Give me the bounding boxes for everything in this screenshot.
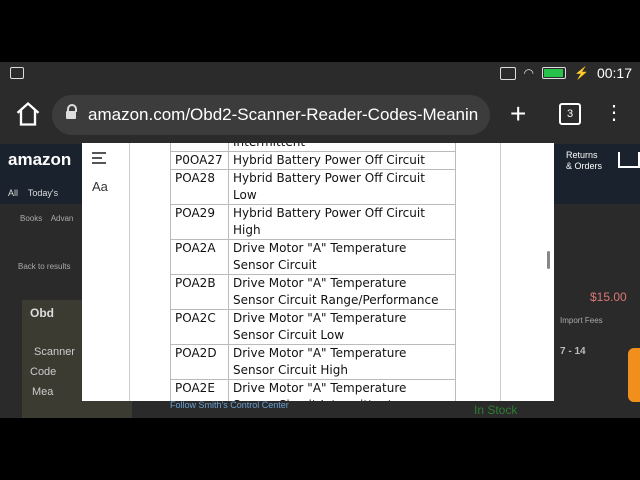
table-row: POA2D Drive Motor "A" Temperature Sensor … xyxy=(170,344,456,380)
amazon-nav: All Today's xyxy=(8,188,58,198)
amazon-subnav: Books Advan xyxy=(20,214,73,223)
description-cell: Drive Motor "A" Temperature Sensor Circu… xyxy=(228,379,456,401)
back-to-results-link[interactable]: Back to results xyxy=(18,262,70,271)
battery-icon xyxy=(542,67,566,79)
in-stock-label: In Stock xyxy=(474,403,518,417)
nav-todays-deals[interactable]: Today's xyxy=(28,188,58,198)
cover-line-meanings: Mea xyxy=(32,386,54,398)
cover-line-codes: Code xyxy=(30,366,57,378)
code-cell: POA2D xyxy=(170,344,229,380)
look-inside-reader: Aa IntermittentP0OA27Hybrid Battery Powe… xyxy=(82,143,554,401)
cart-icon[interactable] xyxy=(618,152,640,168)
subnav-advanced[interactable]: Advan xyxy=(51,214,74,223)
lock-icon xyxy=(66,104,77,121)
orders-label: & Orders xyxy=(566,161,603,171)
side-feedback-tab[interactable] xyxy=(628,348,640,402)
table-row: POA2C Drive Motor "A" Temperature Sensor … xyxy=(170,309,456,345)
table-row: POA29 Hybrid Battery Power Off Circuit Hi… xyxy=(170,204,456,240)
code-cell: POA2E xyxy=(170,379,229,401)
page-edge xyxy=(500,143,501,401)
list-icon[interactable] xyxy=(92,151,108,165)
description-cell: Drive Motor "A" Temperature Sensor Circu… xyxy=(228,344,456,380)
description-cell: Drive Motor "A" Temperature Sensor Circu… xyxy=(228,239,456,275)
url-text: amazon.com/Obd2-Scanner-Reader-Codes-Mea… xyxy=(88,105,479,124)
wifi-icon: ◠ xyxy=(523,66,534,80)
browser-toolbar: amazon.com/Obd2-Scanner-Reader-Codes-Mea… xyxy=(0,86,640,144)
code-cell: P0OA27 xyxy=(170,151,229,170)
import-fees: Import Fees xyxy=(560,316,603,325)
cover-subtitle: Scanner xyxy=(34,346,75,358)
charging-icon: ⚡ xyxy=(574,66,589,80)
amazon-logo[interactable]: amazon xyxy=(8,150,71,170)
tab-switcher-button[interactable]: 3 xyxy=(559,103,581,125)
table-row: POA28 Hybrid Battery Power Off Circuit Lo… xyxy=(170,169,456,205)
table-row: POA2EDrive Motor "A" Temperature Sensor … xyxy=(170,379,456,401)
code-cell: POA28 xyxy=(170,169,229,205)
table-row: POA2A Drive Motor "A" Temperature Sensor … xyxy=(170,239,456,275)
subnav-books[interactable]: Books xyxy=(20,214,42,223)
new-tab-button[interactable]: + xyxy=(510,98,526,130)
code-cell: POA2C xyxy=(170,309,229,345)
code-cell xyxy=(170,143,229,152)
table-row: P0OA27 Hybrid Battery Power Off Circuit xyxy=(170,151,456,170)
address-bar[interactable]: amazon.com/Obd2-Scanner-Reader-Codes-Mea… xyxy=(52,95,490,135)
status-bar: ◠ ⚡ 00:17 xyxy=(0,62,640,86)
reader-sidebar: Aa xyxy=(82,143,130,401)
returns-orders-link[interactable]: Returns & Orders xyxy=(566,150,602,172)
cover-title: Obd xyxy=(30,306,54,320)
status-icons: ◠ ⚡ 00:17 xyxy=(499,65,632,81)
status-time: 00:17 xyxy=(596,65,632,81)
price: $15.00 xyxy=(590,290,627,304)
table-row: POA2B Drive Motor "A" Temperature Sensor … xyxy=(170,274,456,310)
code-cell: POA2B xyxy=(170,274,229,310)
reader-scrollbar[interactable] xyxy=(547,251,550,269)
delivery-date: 7 - 14 xyxy=(560,346,586,357)
follow-link[interactable]: Follow Smith's Control Center xyxy=(170,400,289,410)
description-cell: Hybrid Battery Power Off Circuit High xyxy=(228,204,456,240)
code-table: IntermittentP0OA27Hybrid Battery Power O… xyxy=(170,143,456,401)
description-cell: Intermittent xyxy=(228,143,456,152)
cast-icon xyxy=(499,66,516,80)
description-cell: Hybrid Battery Power Off Circuit Low xyxy=(228,169,456,205)
overflow-menu-button[interactable]: ⋮ xyxy=(604,103,624,123)
home-icon[interactable] xyxy=(14,100,42,128)
font-settings-button[interactable]: Aa xyxy=(92,179,108,194)
table-row: Intermittent xyxy=(170,143,456,152)
description-cell: Drive Motor "A" Temperature Sensor Circu… xyxy=(228,274,456,310)
nav-all[interactable]: All xyxy=(8,188,18,198)
description-cell: Hybrid Battery Power Off Circuit xyxy=(228,151,456,170)
code-cell: POA29 xyxy=(170,204,229,240)
description-cell: Drive Motor "A" Temperature Sensor Circu… xyxy=(228,309,456,345)
screen-record-icon xyxy=(10,67,24,79)
code-cell: POA2A xyxy=(170,239,229,275)
returns-label: Returns xyxy=(566,150,598,160)
